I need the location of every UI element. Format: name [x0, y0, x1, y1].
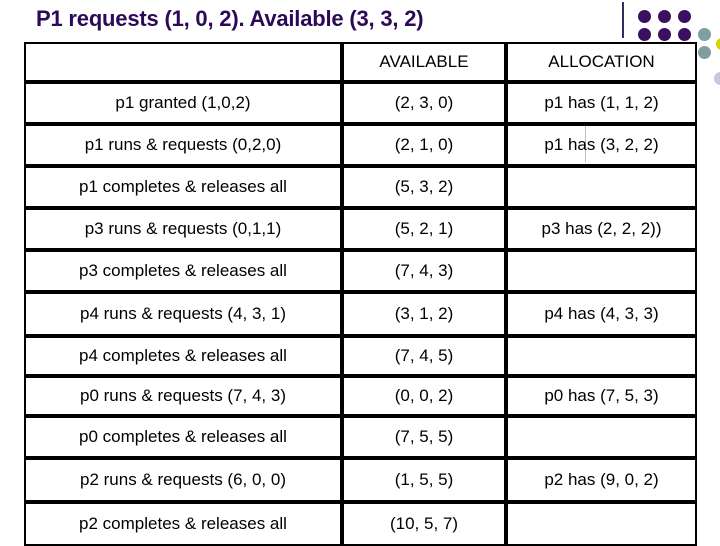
- cell-available: (5, 2, 1): [342, 208, 506, 250]
- header-cell-blank: [24, 42, 342, 82]
- cell-allocation: p1 has (3, 2, 2): [506, 124, 697, 166]
- table-row: p1 completes & releases all (5, 3, 2): [24, 166, 697, 208]
- cell-event-label: p1 granted (1,0,2): [24, 82, 342, 124]
- cell-allocation: p4 has (4, 3, 3): [506, 292, 697, 336]
- ornament-dot: [658, 28, 671, 41]
- ornament-dot: [678, 10, 691, 23]
- table-row: p1 granted (1,0,2) (2, 3, 0) p1 has (1, 1,…: [24, 82, 697, 124]
- cell-event-label: p1 completes & releases all: [24, 166, 342, 208]
- cell-allocation: p1 has (1, 1, 2): [506, 82, 697, 124]
- table-row: p4 completes & releases all (7, 4, 5): [24, 336, 697, 376]
- cell-available: (0, 0, 2): [342, 376, 506, 416]
- cell-event-label: p2 runs & requests (6, 0, 0): [24, 458, 342, 502]
- cell-available: (2, 3, 0): [342, 82, 506, 124]
- ornament-dot: [698, 46, 711, 59]
- state-table-wrapper: AVAILABLE ALLOCATION p1 granted (1,0,2) (2,…: [24, 42, 697, 546]
- cell-allocation: p3 has (2, 2, 2)): [506, 208, 697, 250]
- cell-event-label: p4 runs & requests (4, 3, 1): [24, 292, 342, 336]
- cell-event-label: p0 runs & requests (7, 4, 3): [24, 376, 342, 416]
- ornament-dot: [678, 28, 691, 41]
- cell-allocation: [506, 502, 697, 546]
- header-cell-allocation: ALLOCATION: [506, 42, 697, 82]
- cell-event-label: p3 runs & requests (0,1,1): [24, 208, 342, 250]
- table-row: p2 completes & releases all (10, 5, 7): [24, 502, 697, 546]
- cell-available: (5, 3, 2): [342, 166, 506, 208]
- cell-allocation: [506, 416, 697, 458]
- cell-event-label: p0 completes & releases all: [24, 416, 342, 458]
- state-table-body: AVAILABLE ALLOCATION p1 granted (1,0,2) (2,…: [24, 42, 697, 546]
- table-header-row: AVAILABLE ALLOCATION: [24, 42, 697, 82]
- cell-available: (7, 4, 3): [342, 250, 506, 292]
- table-row: p2 runs & requests (6, 0, 0) (1, 5, 5) p2 …: [24, 458, 697, 502]
- cell-event-label: p3 completes & releases all: [24, 250, 342, 292]
- cell-event-label: p1 runs & requests (0,2,0): [24, 124, 342, 166]
- table-row: p0 runs & requests (7, 4, 3) (0, 0, 2) p0 …: [24, 376, 697, 416]
- ornament-dot: [716, 38, 720, 50]
- cell-available: (7, 5, 5): [342, 416, 506, 458]
- header-cell-available: AVAILABLE: [342, 42, 506, 82]
- ornament-dot: [698, 28, 711, 41]
- cell-allocation: [506, 250, 697, 292]
- cell-available: (2, 1, 0): [342, 124, 506, 166]
- ornament-dot: [714, 72, 720, 85]
- cell-event-label: p4 completes & releases all: [24, 336, 342, 376]
- table-row: p1 runs & requests (0,2,0) (2, 1, 0) p1 ha…: [24, 124, 697, 166]
- table-row: p3 completes & releases all (7, 4, 3): [24, 250, 697, 292]
- cell-allocation: p0 has (7, 5, 3): [506, 376, 697, 416]
- ornament-dot: [658, 10, 671, 23]
- page-title: P1 requests (1, 0, 2). Available (3, 3, …: [36, 6, 424, 31]
- resource-state-table: AVAILABLE ALLOCATION p1 granted (1,0,2) (2,…: [24, 42, 697, 546]
- table-row: p4 runs & requests (4, 3, 1) (3, 1, 2) p4 …: [24, 292, 697, 336]
- cell-allocation: [506, 166, 697, 208]
- ornament-divider-rule: [622, 2, 624, 38]
- ornament-dot: [638, 10, 651, 23]
- cell-allocation: p2 has (9, 0, 2): [506, 458, 697, 502]
- cell-available: (10, 5, 7): [342, 502, 506, 546]
- cell-allocation: [506, 336, 697, 376]
- cell-available: (3, 1, 2): [342, 292, 506, 336]
- ornament-dot: [638, 28, 651, 41]
- table-row: p0 completes & releases all (7, 5, 5): [24, 416, 697, 458]
- table-row: p3 runs & requests (0,1,1) (5, 2, 1) p3 ha…: [24, 208, 697, 250]
- cell-event-label: p2 completes & releases all: [24, 502, 342, 546]
- cell-available: (1, 5, 5): [342, 458, 506, 502]
- cell-available: (7, 4, 5): [342, 336, 506, 376]
